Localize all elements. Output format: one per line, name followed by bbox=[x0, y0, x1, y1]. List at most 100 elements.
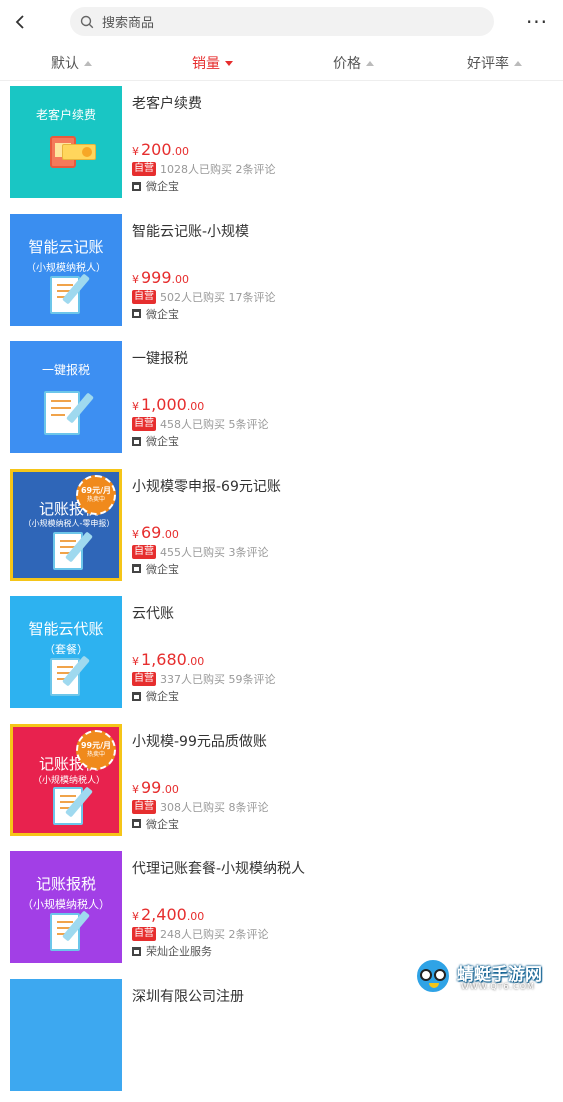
sales-stats: 337人已购买 59条评论 bbox=[160, 671, 276, 687]
price-integer: 99 bbox=[141, 778, 161, 797]
product-price: ¥2,400.00 bbox=[132, 905, 204, 924]
product-price: ¥200.00 bbox=[132, 140, 189, 159]
promo-status: 热卖中 bbox=[87, 496, 105, 504]
product-name: 一键报税 bbox=[132, 348, 188, 368]
sales-stats: 458人已购买 5条评论 bbox=[160, 416, 269, 432]
product-list: 老客户续费 老客户续费 ¥200.00 自营 1028人已购买 2条评论 微企宝… bbox=[0, 82, 563, 1102]
shop-link[interactable]: 荣灿企业服务 bbox=[132, 943, 212, 959]
product-name: 云代账 bbox=[132, 603, 174, 623]
cash-icon bbox=[62, 144, 96, 160]
thumbnail-subtitle: （小规模纳税人-零申报） bbox=[13, 518, 122, 529]
self-operated-badge: 自营 bbox=[132, 162, 156, 176]
thumbnail-title: 智能云记账 bbox=[10, 236, 122, 257]
shop-link[interactable]: 微企宝 bbox=[132, 433, 179, 449]
promo-price: 69元/月 bbox=[81, 486, 111, 496]
price-decimal: .00 bbox=[172, 273, 190, 286]
thumbnail-subtitle: （套餐） bbox=[10, 641, 122, 657]
sales-stats: 455人已购买 3条评论 bbox=[160, 544, 269, 560]
price-decimal: .00 bbox=[187, 400, 205, 413]
price-decimal: .00 bbox=[187, 910, 205, 923]
shop-link[interactable]: 微企宝 bbox=[132, 816, 179, 832]
product-thumbnail: 智能云代账 （套餐） bbox=[10, 596, 122, 708]
product-price: ¥99.00 bbox=[132, 778, 179, 797]
more-menu-icon[interactable]: ··· bbox=[523, 8, 551, 36]
product-item[interactable]: 一键报税 一键报税 ¥1,000.00 自营 458人已购买 5条评论 微企宝 bbox=[0, 337, 563, 465]
thumbnail-title: 老客户续费 bbox=[10, 106, 122, 123]
shop-link[interactable]: 微企宝 bbox=[132, 306, 179, 322]
thumbnail-title: 一键报税 bbox=[10, 361, 122, 378]
product-item[interactable]: 记账报税 （小规模纳税人-零申报） 69元/月 热卖中 小规模零申报-69元记账… bbox=[0, 465, 563, 593]
shop-name: 微企宝 bbox=[146, 178, 179, 194]
thumbnail-subtitle: （小规模纳税人） bbox=[13, 773, 122, 786]
price-decimal: .00 bbox=[172, 145, 190, 158]
sort-default-label: 默认 bbox=[51, 53, 79, 73]
self-operated-badge: 自营 bbox=[132, 417, 156, 431]
product-meta: 自营 248人已购买 2条评论 bbox=[132, 926, 269, 942]
self-operated-badge: 自营 bbox=[132, 927, 156, 941]
price-decimal: .00 bbox=[187, 655, 205, 668]
thumbnail-title: 记账报税 bbox=[10, 873, 122, 894]
product-item[interactable]: 智能云代账 （套餐） 云代账 ¥1,680.00 自营 337人已购买 59条评… bbox=[0, 592, 563, 720]
product-item[interactable]: 老客户续费 老客户续费 ¥200.00 自营 1028人已购买 2条评论 微企宝 bbox=[0, 82, 563, 210]
thumbnail-subtitle: （小规模纳税人） bbox=[10, 259, 122, 274]
product-name: 代理记账套餐-小规模纳税人 bbox=[132, 858, 305, 878]
sort-price[interactable]: 价格 bbox=[333, 53, 374, 73]
site-watermark: 蜻蜓手游网 WWW.QT6.COM bbox=[415, 956, 555, 996]
self-operated-badge: 自营 bbox=[132, 290, 156, 304]
sort-rating[interactable]: 好评率 bbox=[467, 53, 522, 73]
product-item[interactable]: 智能云记账 （小规模纳税人） 智能云记账-小规模 ¥999.00 自营 502人… bbox=[0, 210, 563, 338]
product-item[interactable]: 记账报税 （小规模纳税人） 99元/月 热卖中 小规模-99元品质做账 ¥99.… bbox=[0, 720, 563, 848]
sales-stats: 1028人已购买 2条评论 bbox=[160, 161, 276, 177]
product-meta: 自营 455人已购买 3条评论 bbox=[132, 544, 269, 560]
product-price: ¥69.00 bbox=[132, 523, 179, 542]
dragonfly-logo-icon bbox=[415, 958, 451, 994]
top-bar: 搜索商品 ··· bbox=[0, 0, 563, 44]
promo-stamp: 69元/月 热卖中 bbox=[76, 475, 116, 515]
search-placeholder: 搜索商品 bbox=[102, 12, 154, 31]
sort-bar: 默认 销量 价格 好评率 bbox=[0, 44, 563, 81]
product-name: 小规模零申报-69元记账 bbox=[132, 476, 281, 496]
product-thumbnail: 记账报税 （小规模纳税人） 99元/月 热卖中 bbox=[10, 724, 122, 836]
shop-icon bbox=[132, 692, 141, 701]
price-integer: 2,400 bbox=[141, 905, 187, 924]
product-name: 智能云记账-小规模 bbox=[132, 221, 249, 241]
currency-symbol: ¥ bbox=[132, 528, 139, 541]
shop-icon bbox=[132, 182, 141, 191]
shop-icon bbox=[132, 437, 141, 446]
product-thumbnail: 记账报税 （小规模纳税人） bbox=[10, 851, 122, 963]
price-decimal: .00 bbox=[161, 528, 179, 541]
product-thumbnail: 一键报税 bbox=[10, 341, 122, 453]
product-thumbnail bbox=[10, 979, 122, 1091]
shop-icon bbox=[132, 819, 141, 828]
shop-icon bbox=[132, 947, 141, 956]
shop-name: 荣灿企业服务 bbox=[146, 943, 212, 959]
shop-name: 微企宝 bbox=[146, 306, 179, 322]
sort-sales[interactable]: 销量 bbox=[192, 53, 233, 73]
shop-name: 微企宝 bbox=[146, 816, 179, 832]
back-button[interactable] bbox=[6, 8, 34, 36]
product-meta: 自营 502人已购买 17条评论 bbox=[132, 289, 276, 305]
product-name: 老客户续费 bbox=[132, 93, 202, 113]
sort-arrow-icon bbox=[225, 61, 233, 66]
shop-name: 微企宝 bbox=[146, 433, 179, 449]
currency-symbol: ¥ bbox=[132, 145, 139, 158]
self-operated-badge: 自营 bbox=[132, 672, 156, 686]
price-integer: 200 bbox=[141, 140, 172, 159]
shop-link[interactable]: 微企宝 bbox=[132, 688, 179, 704]
sort-arrow-icon bbox=[514, 61, 522, 66]
watermark-url: WWW.QT6.COM bbox=[461, 982, 535, 991]
shop-link[interactable]: 微企宝 bbox=[132, 178, 179, 194]
thumbnail-subtitle: （小规模纳税人） bbox=[10, 896, 122, 912]
search-input[interactable]: 搜索商品 bbox=[70, 7, 494, 36]
shop-link[interactable]: 微企宝 bbox=[132, 561, 179, 577]
sales-stats: 308人已购买 8条评论 bbox=[160, 799, 269, 815]
sort-arrow-icon bbox=[84, 61, 92, 66]
chevron-left-icon bbox=[13, 14, 27, 30]
shop-name: 微企宝 bbox=[146, 688, 179, 704]
product-meta: 自营 337人已购买 59条评论 bbox=[132, 671, 276, 687]
product-thumbnail: 记账报税 （小规模纳税人-零申报） 69元/月 热卖中 bbox=[10, 469, 122, 581]
promo-stamp: 99元/月 热卖中 bbox=[76, 730, 116, 770]
sort-default[interactable]: 默认 bbox=[51, 53, 92, 73]
sales-stats: 502人已购买 17条评论 bbox=[160, 289, 276, 305]
currency-symbol: ¥ bbox=[132, 400, 139, 413]
